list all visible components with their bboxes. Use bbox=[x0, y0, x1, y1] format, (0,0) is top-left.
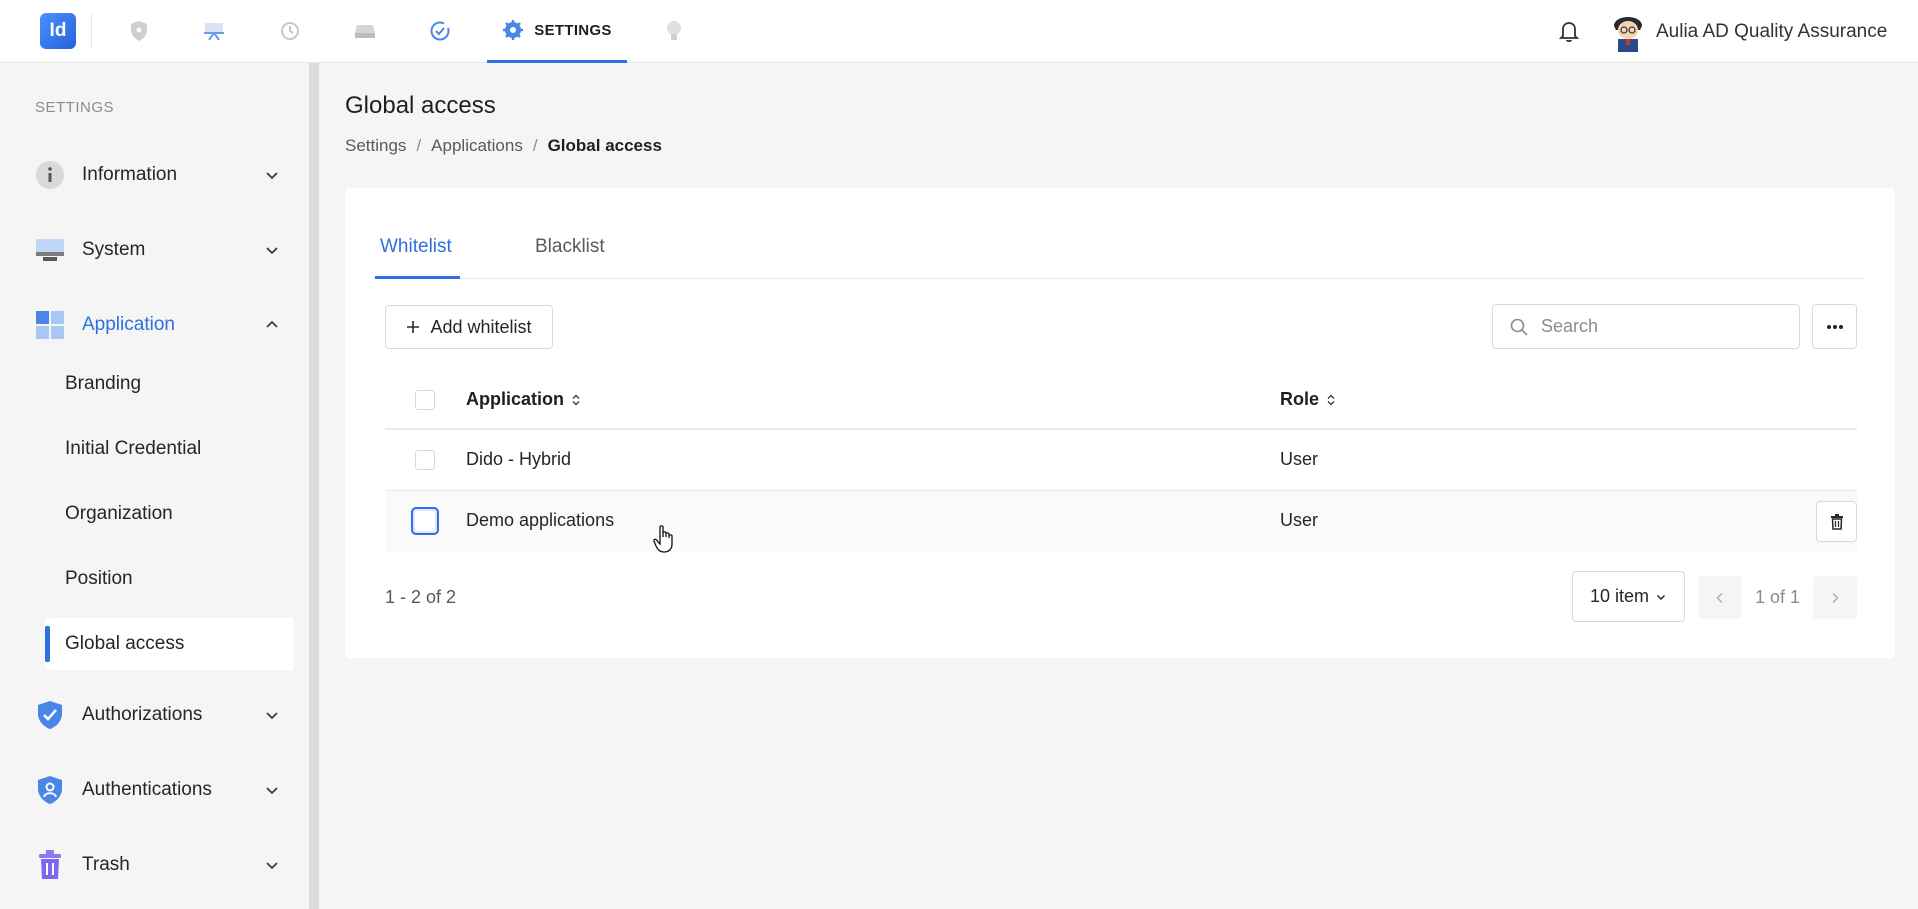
hand-cursor-icon bbox=[653, 525, 675, 558]
trash-icon bbox=[35, 850, 65, 880]
tab-whitelist[interactable]: Whitelist bbox=[380, 236, 452, 258]
chevron-left-icon bbox=[1716, 592, 1723, 603]
ellipsis-icon bbox=[1826, 324, 1843, 329]
chevron-down-icon bbox=[266, 787, 278, 795]
table-row[interactable]: Demo applications User bbox=[385, 491, 1857, 552]
cell-role: User bbox=[1280, 510, 1319, 530]
monitor-icon bbox=[35, 235, 65, 265]
breadcrumb-current: Global access bbox=[547, 136, 662, 155]
cell-role: User bbox=[1280, 449, 1319, 469]
sidebar-subitem-organization[interactable]: Organization bbox=[45, 488, 294, 540]
info-icon bbox=[35, 160, 65, 190]
user-avatar[interactable] bbox=[1608, 10, 1648, 52]
page-size-select[interactable]: 10 item bbox=[1572, 571, 1685, 622]
sidebar-item-authentications[interactable]: Authentications bbox=[35, 770, 280, 810]
nav-settings-label: SETTINGS bbox=[534, 21, 612, 39]
sidebar-item-information[interactable]: Information bbox=[35, 155, 280, 195]
row-checkbox[interactable] bbox=[411, 507, 439, 535]
nav-settings-tab[interactable]: SETTINGS bbox=[487, 0, 627, 63]
previous-page-button[interactable] bbox=[1698, 576, 1742, 619]
chevron-down-icon bbox=[266, 172, 278, 180]
table-header: Application Role bbox=[385, 370, 1857, 430]
page-size-value: 10 item bbox=[1589, 586, 1650, 606]
page-info: 1 of 1 bbox=[1755, 587, 1801, 607]
tab-blacklist[interactable]: Blacklist bbox=[535, 236, 605, 258]
cell-application: Dido - Hybrid bbox=[466, 449, 572, 469]
search-input[interactable] bbox=[1541, 316, 1781, 337]
sidebar-item-label: Authorizations bbox=[82, 704, 203, 725]
nav-shield-icon[interactable] bbox=[126, 18, 152, 44]
grid-icon bbox=[35, 310, 65, 340]
sidebar-scrollbar[interactable] bbox=[309, 63, 319, 909]
search-box bbox=[1492, 304, 1800, 349]
delete-row-button[interactable] bbox=[1816, 501, 1857, 542]
page-title: Global access bbox=[345, 92, 496, 119]
breadcrumb-separator: / bbox=[532, 136, 538, 155]
tab-bar: Whitelist Blacklist bbox=[375, 188, 1865, 279]
breadcrumb: Settings / Applications / Global access bbox=[345, 136, 662, 156]
cell-application: Demo applications bbox=[466, 510, 615, 530]
sidebar-subitem-position[interactable]: Position bbox=[45, 553, 294, 605]
sidebar-subitem-initial-credential[interactable]: Initial Credential bbox=[45, 423, 294, 475]
nav-presentation-icon[interactable] bbox=[201, 18, 227, 44]
logo-divider bbox=[91, 14, 92, 48]
shield-user-icon bbox=[35, 775, 65, 805]
sidebar-item-trash[interactable]: Trash bbox=[35, 845, 280, 885]
sidebar-subitem-global-access[interactable]: Global access bbox=[45, 618, 294, 670]
global-access-card: Whitelist Blacklist Add whitelist Applic… bbox=[345, 188, 1895, 658]
chevron-down-icon bbox=[266, 247, 278, 255]
table-row[interactable]: Dido - Hybrid User bbox=[385, 430, 1857, 491]
settings-gear-icon bbox=[503, 20, 524, 40]
nav-lightbulb-icon[interactable] bbox=[661, 18, 687, 44]
nav-check-circle-icon[interactable] bbox=[427, 18, 453, 44]
column-header-application[interactable]: Application bbox=[466, 389, 580, 410]
search-icon bbox=[1510, 318, 1528, 336]
add-whitelist-label: Add whitelist bbox=[430, 316, 532, 337]
breadcrumb-separator: / bbox=[416, 136, 422, 155]
chevron-down-icon bbox=[1656, 594, 1666, 600]
applications-table: Application Role Dido - Hybrid User Demo… bbox=[385, 370, 1857, 552]
row-checkbox[interactable] bbox=[415, 450, 435, 470]
breadcrumb-settings[interactable]: Settings bbox=[345, 136, 406, 156]
chevron-down-icon bbox=[266, 862, 278, 870]
next-page-button[interactable] bbox=[1813, 576, 1857, 619]
chevron-up-icon bbox=[266, 320, 278, 328]
sort-icon bbox=[1327, 394, 1335, 405]
shield-check-icon bbox=[35, 700, 65, 730]
nav-storage-icon[interactable] bbox=[352, 18, 378, 44]
trash-icon bbox=[1830, 513, 1843, 530]
notification-bell-icon[interactable] bbox=[1556, 18, 1582, 44]
column-header-label: Application bbox=[466, 389, 564, 409]
more-options-button[interactable] bbox=[1812, 304, 1857, 349]
top-bar: Id SETTINGS Aulia AD Quality Assurance bbox=[0, 0, 1918, 63]
sidebar-subitem-branding[interactable]: Branding bbox=[45, 358, 294, 410]
add-whitelist-button[interactable]: Add whitelist bbox=[385, 305, 553, 349]
sidebar-section-label: SETTINGS bbox=[35, 99, 115, 116]
sidebar-item-label: Information bbox=[82, 164, 178, 185]
sidebar-item-label: Authentications bbox=[82, 779, 212, 800]
user-name[interactable]: Aulia AD Quality Assurance bbox=[1656, 21, 1887, 43]
chevron-down-icon bbox=[266, 712, 278, 720]
sort-icon bbox=[572, 394, 580, 405]
sidebar-item-label: Application bbox=[82, 314, 175, 335]
column-header-role[interactable]: Role bbox=[1280, 389, 1335, 410]
select-all-checkbox[interactable] bbox=[415, 390, 435, 410]
sidebar-item-label: Trash bbox=[82, 854, 130, 875]
app-logo[interactable]: Id bbox=[40, 13, 76, 49]
chevron-right-icon bbox=[1832, 592, 1839, 603]
sidebar-item-system[interactable]: System bbox=[35, 230, 280, 270]
pagination-range: 1 - 2 of 2 bbox=[385, 587, 457, 607]
active-tab-indicator bbox=[375, 276, 460, 279]
sidebar: SETTINGS Information System Application … bbox=[0, 63, 310, 909]
breadcrumb-applications[interactable]: Applications bbox=[431, 136, 523, 156]
plus-icon bbox=[407, 321, 420, 333]
nav-history-icon[interactable] bbox=[277, 18, 303, 44]
sidebar-item-authorizations[interactable]: Authorizations bbox=[35, 695, 280, 735]
sidebar-item-label: System bbox=[82, 239, 146, 260]
column-header-label: Role bbox=[1280, 389, 1320, 409]
sidebar-item-application[interactable]: Application bbox=[35, 305, 280, 345]
